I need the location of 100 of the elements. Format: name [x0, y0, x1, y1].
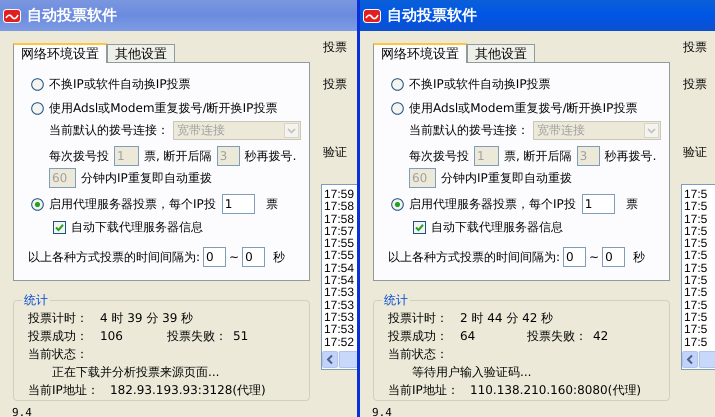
app-logo-icon [363, 8, 381, 22]
log-entry: 17:5 [684, 310, 708, 324]
log-entry: 17:5 [684, 237, 708, 250]
log-entry: 17:53 [324, 310, 356, 324]
label-text: 分钟内IP重复即自动重拨 [81, 170, 212, 187]
label-text: 106 [100, 328, 124, 345]
log-entry: 17:58 [324, 212, 356, 225]
log-entry: 17:53 [324, 323, 356, 336]
log-entry: 17:54 [324, 262, 356, 274]
label-text: ~ [229, 249, 240, 266]
label-text: 每次拨号投 [409, 148, 469, 165]
input-field[interactable]: 1 [582, 194, 615, 214]
app-logo-icon [3, 8, 21, 22]
radio-button[interactable] [391, 198, 404, 210]
log-entry: 17:5 [684, 298, 708, 311]
caret-icon [644, 122, 659, 138]
field-label: 投票 [683, 76, 708, 91]
label-text: 110.138.210.160:8080(代理) [470, 382, 642, 399]
log-entry: 17:55 [324, 237, 356, 250]
label-text: 182.93.193.93:3128(代理) [110, 382, 266, 399]
label-text: 当前默认的拨号连接： [409, 122, 529, 139]
label-text: 当前状态： [388, 346, 448, 363]
checkbox[interactable] [53, 220, 66, 234]
log-entry: 17:59 [324, 188, 356, 200]
checkbox[interactable] [413, 220, 426, 234]
input-field[interactable]: 0 [203, 247, 226, 267]
log-entry: 17:5 [684, 188, 708, 200]
label-text: ~ [589, 249, 600, 266]
radio-button[interactable] [31, 78, 44, 90]
group-title: 统计 [383, 292, 409, 309]
label-text: 使用Adsl或Modem重复拨号/断开换IP投票 [49, 100, 278, 117]
label-text: 投票计时： [28, 310, 89, 327]
radio-button[interactable] [391, 102, 404, 114]
label-text: 不换IP或软件自动换IP投票 [409, 76, 551, 93]
input-field[interactable]: 0 [242, 247, 266, 267]
log-entry: 17:54 [324, 274, 356, 286]
label-text: 当前IP地址： [388, 382, 460, 399]
window-title: 自动投票软件 [387, 5, 477, 26]
label-text: 分钟内IP重复即自动重拨 [441, 170, 572, 187]
input-field[interactable]: 1 [222, 194, 255, 214]
label-text: 启用代理服务器投票，每个IP投 [49, 196, 216, 213]
tab[interactable]: 其他设置 [467, 44, 535, 62]
log-entry: 17:5 [684, 200, 708, 213]
label-text: 投票成功： [28, 328, 89, 345]
label-text: 64 [460, 328, 476, 345]
label-text: 秒 [273, 249, 286, 266]
log-entry: 17:58 [324, 200, 356, 213]
log-entry: 17:53 [324, 298, 356, 311]
label-text: 使用Adsl或Modem重复拨号/断开换IP投票 [409, 100, 638, 117]
label-text: 秒 [633, 249, 646, 266]
log-entry: 17:5 [684, 249, 708, 262]
label-text: 42 [593, 328, 608, 345]
log-entry: 17:52 [324, 336, 356, 348]
log-entry: 17:5 [684, 274, 708, 286]
label-text: 以上各种方式投票的时间间隔为: [28, 249, 200, 266]
label-text: 等待用户输入验证码... [412, 364, 532, 381]
label-text: 票 [626, 196, 638, 213]
label-text: 2 时 44 分 42 秒 [460, 310, 554, 327]
radio-button[interactable] [31, 102, 44, 114]
label-text: 自动下载代理服务器信息 [431, 219, 563, 236]
label-text: 投票失败： [167, 328, 228, 345]
radio-button[interactable] [391, 78, 404, 90]
label-text: 秒再拨号. [244, 148, 296, 165]
label-text: 投票失败： [527, 328, 588, 345]
log-entry: 17:55 [324, 249, 356, 262]
version-text: 9.4 [12, 405, 33, 417]
label-text: 51 [233, 328, 248, 345]
caret-icon [284, 122, 299, 138]
tab[interactable]: 网络环境设置 [13, 43, 107, 63]
label-text: 秒再拨号. [604, 148, 656, 165]
log-entry: 17:5 [684, 336, 708, 348]
field-label: 投票 [323, 39, 348, 54]
label-text: 每次拨号投 [49, 148, 109, 165]
input-field[interactable]: 0 [602, 247, 626, 267]
label-text: 当前IP地址： [28, 382, 100, 399]
field-label: 投票 [683, 39, 708, 54]
radio-button[interactable] [31, 198, 44, 210]
log-entry: 17:57 [324, 224, 356, 238]
label-text: 当前状态： [28, 346, 88, 363]
input-field[interactable]: 0 [563, 247, 586, 267]
label-text: 自动下载代理服务器信息 [71, 219, 203, 236]
label-text: 以上各种方式投票的时间间隔为: [388, 249, 560, 266]
label-text: 当前默认的拨号连接： [49, 122, 169, 139]
window-title: 自动投票软件 [27, 5, 117, 26]
label-text: 票, 断开后隔 [144, 148, 212, 165]
version-text: 9.4 [372, 405, 393, 417]
log-entry: 17:5 [684, 286, 708, 299]
log-entry: 17:5 [684, 212, 708, 225]
label-text: 4 时 39 分 39 秒 [100, 310, 194, 327]
log-entry: 17:53 [324, 286, 356, 299]
tab[interactable]: 网络环境设置 [373, 43, 467, 63]
tab[interactable]: 其他设置 [107, 44, 175, 62]
log-entry: 17:5 [684, 224, 708, 238]
field-label: 验证 [323, 144, 348, 159]
field-label: 投票 [323, 76, 348, 91]
label-text: 启用代理服务器投票，每个IP投 [409, 196, 576, 213]
group-title: 统计 [23, 292, 49, 309]
label-text: 票, 断开后隔 [504, 148, 572, 165]
label-text: 投票成功： [388, 328, 449, 345]
log-entry: 17:5 [684, 262, 708, 274]
